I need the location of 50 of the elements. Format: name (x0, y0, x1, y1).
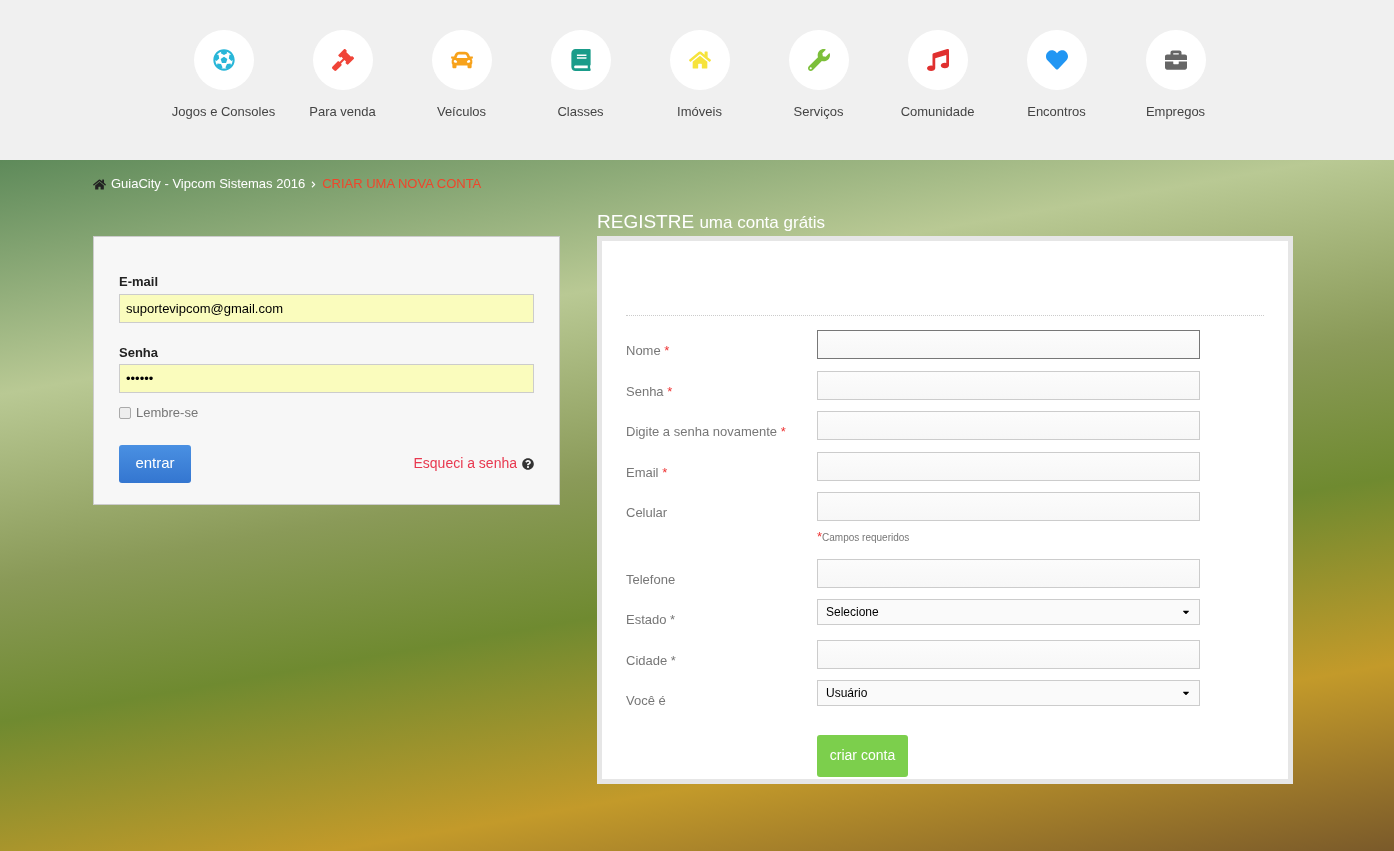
login-button[interactable]: entrar (119, 444, 191, 483)
breadcrumb-current: CRIAR UMA NOVA CONTA (322, 175, 482, 194)
category-link[interactable]: Imóveis (644, 30, 755, 160)
input-field[interactable]: •••••• (119, 364, 534, 393)
field-label: Celular (626, 505, 668, 520)
category-link[interactable]: Encontros (1001, 30, 1112, 160)
field-label: Cidade * (626, 652, 676, 668)
register-title: REGISTRE uma conta grátis (597, 211, 826, 232)
input-field[interactable] (817, 411, 1200, 440)
input-field[interactable] (817, 558, 1200, 588)
field-label: Você é (626, 693, 666, 708)
category-label: Classes (557, 103, 604, 121)
field-label: Senha * (626, 383, 673, 399)
category-link[interactable]: Empregos (1120, 30, 1231, 160)
field-label: Senha (119, 343, 159, 362)
category-link[interactable]: Classes (525, 30, 636, 160)
input-field[interactable] (817, 639, 1200, 669)
select-field[interactable]: Usuário (817, 680, 1200, 706)
category-label: Veículos (436, 103, 487, 121)
field-label: E-mail (119, 273, 159, 291)
required-note: *Campos requeridos (817, 528, 911, 546)
input-field[interactable] (817, 370, 1200, 400)
field-label: Nome * (626, 343, 670, 358)
category-label: Comunidade (900, 103, 975, 121)
category-label: Jogos e Consoles (171, 103, 276, 121)
checkbox-label: Lembre-se (136, 404, 199, 422)
category-label: Serviços (793, 103, 844, 121)
chevron-icon (310, 180, 318, 188)
category-link[interactable]: Comunidade (882, 30, 993, 160)
field-label: Telefone (626, 571, 676, 587)
forgot-password-link[interactable]: Esqueci a senha (413, 453, 517, 474)
home-icon (93, 177, 106, 191)
field-label: Estado * (626, 612, 676, 627)
input-field[interactable] (817, 330, 1200, 359)
category-label: Empregos (1145, 103, 1206, 121)
category-link[interactable]: Serviços (763, 30, 874, 160)
category-link[interactable]: Para venda (287, 30, 398, 160)
input-field[interactable] (817, 492, 1200, 521)
field-label: Email * (626, 464, 668, 480)
category-label: Para venda (309, 103, 376, 121)
category-link[interactable]: Jogos e Consoles (168, 30, 279, 160)
category-link[interactable]: Veículos (406, 30, 517, 160)
category-label: Encontros (1027, 103, 1086, 121)
input-field[interactable]: suportevipcom@gmail.com (119, 293, 534, 323)
category-label: Imóveis (677, 103, 722, 121)
help-icon (522, 457, 534, 470)
select-field[interactable]: Selecione (817, 599, 1200, 625)
checkbox[interactable] (119, 406, 131, 419)
input-field[interactable] (817, 451, 1200, 481)
field-label: Digite a senha novamente * (626, 424, 786, 439)
